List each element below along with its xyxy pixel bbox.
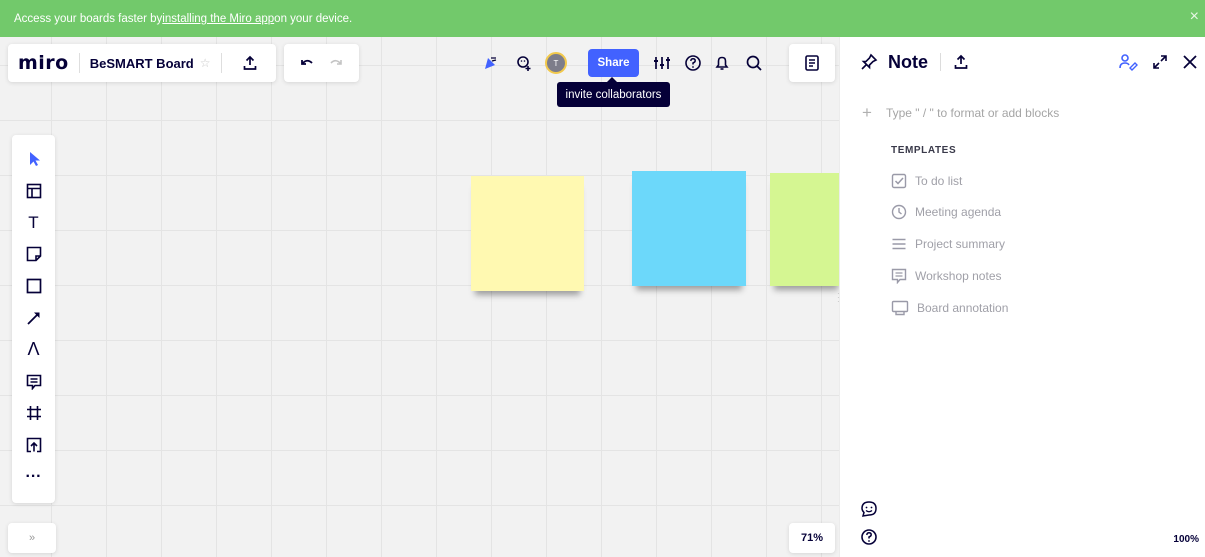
pin-icon[interactable] <box>860 53 878 71</box>
more-tools-icon[interactable]: ··· <box>12 465 55 489</box>
side-bottom-actions <box>860 500 878 546</box>
banner-close-icon[interactable]: × <box>1190 8 1199 26</box>
expand-panel-button[interactable]: » <box>8 523 56 553</box>
header-divider <box>220 53 222 73</box>
redo-icon[interactable] <box>328 57 344 69</box>
help-icon[interactable] <box>860 528 878 546</box>
note-zoom-level[interactable]: 100% <box>1173 534 1199 545</box>
template-label: Board annotation <box>917 301 1009 315</box>
add-collaborator-icon[interactable] <box>515 54 533 72</box>
export-upload-icon[interactable] <box>242 55 258 71</box>
collaborators-icon[interactable] <box>1118 53 1138 71</box>
header-divider <box>78 53 80 73</box>
notes-icon[interactable] <box>804 54 820 72</box>
feedback-smile-icon[interactable] <box>860 500 878 518</box>
template-meeting-agenda[interactable]: Meeting agenda <box>891 204 1001 220</box>
template-project-summary[interactable]: Project summary <box>891 236 1005 252</box>
templates-heading: TEMPLATES <box>891 145 957 156</box>
banner-text-before: Access your boards faster by <box>14 12 163 25</box>
clock-icon <box>891 204 907 220</box>
sticky-note-green[interactable] <box>770 173 839 286</box>
note-editor-input[interactable]: + Type " / " to format or add blocks <box>862 103 1059 123</box>
install-app-link[interactable]: installing the Miro app <box>162 13 274 25</box>
undo-icon[interactable] <box>299 57 315 69</box>
note-header-actions <box>1118 47 1198 77</box>
board-canvas[interactable]: miro BeSMART Board ☆ T Share invite coll… <box>0 37 839 557</box>
settings-sliders-icon[interactable] <box>653 55 671 71</box>
zoom-level[interactable]: 71% <box>789 523 835 553</box>
close-icon[interactable] <box>1182 54 1198 70</box>
note-title: Note <box>888 51 928 72</box>
notifications-bell-icon[interactable] <box>713 54 731 72</box>
pen-icon[interactable]: Λ <box>12 338 55 362</box>
share-button[interactable]: Share <box>588 49 639 77</box>
search-icon[interactable] <box>745 54 763 72</box>
comment-icon[interactable] <box>12 370 55 394</box>
sticky-note-blue[interactable] <box>632 171 746 286</box>
frame-icon[interactable] <box>12 401 55 425</box>
install-app-banner: Access your boards faster by installing … <box>0 0 1205 37</box>
invite-collaborators-tooltip: invite collaborators <box>557 77 670 107</box>
notes-panel-button[interactable] <box>789 44 835 82</box>
add-block-icon[interactable]: + <box>862 103 872 123</box>
text-icon[interactable]: T <box>12 211 55 235</box>
sticky-note-icon[interactable] <box>12 242 55 266</box>
template-label: Workshop notes <box>915 269 1002 283</box>
help-icon[interactable] <box>684 54 702 72</box>
board-title[interactable]: BeSMART Board <box>90 56 194 71</box>
template-board-annotation[interactable]: Board annotation <box>891 300 1008 316</box>
shape-icon[interactable] <box>12 274 55 298</box>
templates-icon[interactable] <box>12 179 55 203</box>
board-header-panel: miro BeSMART Board ☆ <box>8 44 276 82</box>
reactions-icon[interactable] <box>482 55 498 71</box>
note-header: Note <box>840 47 1205 77</box>
board-icon <box>891 300 909 316</box>
notes-icon <box>891 268 907 284</box>
star-icon[interactable]: ☆ <box>200 56 211 70</box>
banner-text-after: on your device. <box>274 12 353 25</box>
sticky-note-yellow[interactable] <box>471 176 584 291</box>
creation-toolbar: T Λ ··· <box>12 135 55 503</box>
share-note-icon[interactable] <box>953 54 969 70</box>
expand-icon[interactable] <box>1152 54 1168 70</box>
checkbox-icon <box>891 173 907 189</box>
user-avatar[interactable]: T <box>545 52 567 74</box>
miro-logo[interactable]: miro <box>18 52 69 74</box>
template-label: Meeting agenda <box>915 205 1002 219</box>
template-workshop-notes[interactable]: Workshop notes <box>891 268 1002 284</box>
template-label: To do list <box>915 174 963 188</box>
undo-redo-panel <box>284 44 359 82</box>
header-divider <box>940 53 941 71</box>
select-icon[interactable] <box>12 147 55 171</box>
template-to-do-list[interactable]: To do list <box>891 173 962 189</box>
collaboration-toolbar: T Share <box>470 44 780 82</box>
template-label: Project summary <box>915 237 1006 251</box>
editor-placeholder: Type " / " to format or add blocks <box>885 106 1060 120</box>
line-icon[interactable] <box>12 306 55 330</box>
lines-icon <box>892 238 906 250</box>
upload-icon[interactable] <box>12 433 55 457</box>
note-side-panel: · · · Note + Type " / " to format or add b… <box>837 37 1205 557</box>
resize-handle[interactable]: · · · <box>837 290 841 306</box>
